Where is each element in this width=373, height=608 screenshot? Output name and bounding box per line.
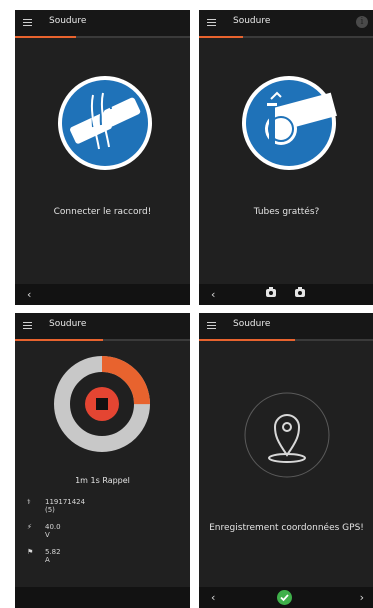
timer-status: 1m 1s Rappel xyxy=(75,476,130,485)
check-icon xyxy=(280,594,289,602)
counter-value: 119171424 (5) xyxy=(45,498,86,514)
weld-progress-ring xyxy=(54,356,150,452)
pulse-icon: ⚕ xyxy=(27,498,31,506)
menu-icon[interactable] xyxy=(207,19,216,26)
instruction-text: Tubes grattés? xyxy=(253,207,320,217)
camera-icon[interactable] xyxy=(266,287,276,297)
voltage-row: ⚡ 40.0 V xyxy=(27,523,61,539)
bottom-bar: ‹ xyxy=(199,284,373,305)
stop-icon[interactable] xyxy=(96,398,108,410)
app-title: Soudure xyxy=(233,16,271,26)
confirm-button[interactable] xyxy=(277,590,292,605)
step-progress xyxy=(15,36,190,38)
instruction-text: Enregistrement coordonnées GPS! xyxy=(209,523,364,533)
app-bar: Soudure xyxy=(199,313,373,339)
current-value: 5.82 A xyxy=(45,548,61,564)
step-progress xyxy=(15,339,190,341)
screen-connect: Soudure Connecter le raccord! ‹ xyxy=(15,10,190,305)
bottom-bar: ‹ xyxy=(15,284,190,305)
flag-icon: ⚑ xyxy=(27,548,34,556)
menu-icon[interactable] xyxy=(207,322,216,329)
app-title: Soudure xyxy=(49,319,87,329)
pipe-scraper-icon xyxy=(242,76,337,170)
info-icon[interactable]: i xyxy=(356,16,368,28)
app-bar: Soudure i xyxy=(199,10,373,36)
map-pin-icon xyxy=(244,392,330,478)
menu-icon[interactable] xyxy=(23,322,32,329)
step-progress xyxy=(199,36,373,38)
forward-button[interactable]: › xyxy=(360,591,364,604)
instruction-text: Connecter le raccord! xyxy=(53,207,152,217)
app-bar: Soudure xyxy=(15,10,190,36)
voltage-value: 40.0 V xyxy=(45,523,61,539)
step-progress xyxy=(199,339,373,341)
screen-welding: Soudure 1m 1s Rappel ⚕ 119171424 (5) ⚡ 4… xyxy=(15,313,190,608)
app-title: Soudure xyxy=(49,16,87,26)
back-button[interactable]: ‹ xyxy=(211,591,215,604)
app-title: Soudure xyxy=(233,319,271,329)
camera-icon[interactable] xyxy=(295,287,305,297)
menu-icon[interactable] xyxy=(23,19,32,26)
lightning-icon: ⚡ xyxy=(27,523,32,531)
app-bar: Soudure xyxy=(15,313,190,339)
back-button[interactable]: ‹ xyxy=(211,288,215,301)
screen-gps: Soudure Enregistrement coordonnées GPS! … xyxy=(199,313,373,608)
screen-scrape: Soudure i Tubes grattés? ‹ xyxy=(199,10,373,305)
back-button[interactable]: ‹ xyxy=(27,288,31,301)
counter-row: ⚕ 119171424 (5) xyxy=(27,498,85,514)
pipe-coupler-icon xyxy=(58,76,152,170)
current-row: ⚑ 5.82 A xyxy=(27,548,61,564)
